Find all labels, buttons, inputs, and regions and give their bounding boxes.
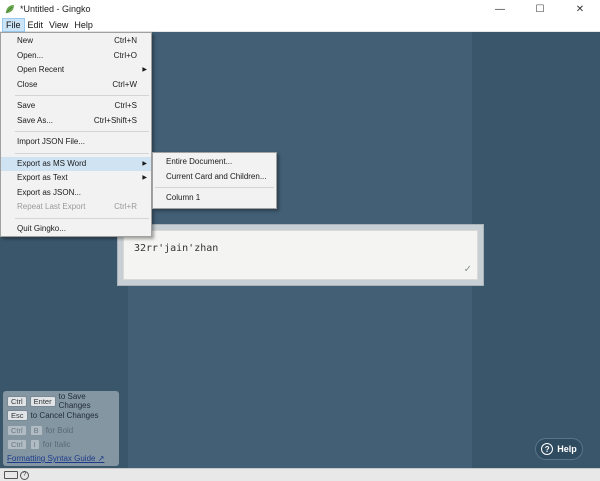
menu-separator (15, 95, 149, 96)
menu-item-export-word[interactable]: Export as MS Word ▶ (1, 156, 151, 171)
menu-item-label: Current Card and Children... (166, 171, 267, 181)
submenu-arrow-icon: ▶ (142, 175, 147, 181)
menu-item-label: Close (17, 79, 38, 89)
menu-edit[interactable]: Edit (25, 18, 47, 32)
menu-item-label: Export as JSON... (17, 187, 82, 197)
menu-item-label: Quit Gingko... (17, 223, 66, 233)
key-enter: Enter (29, 395, 56, 407)
question-circle-icon[interactable]: ? (20, 470, 29, 480)
help-button[interactable]: ? Help (535, 438, 583, 460)
hint-save-text: to Save Changes (58, 392, 91, 411)
menu-item-label: Import JSON File... (17, 137, 86, 146)
menu-item-label: Open Recent (17, 65, 65, 74)
external-link-icon: ↗ (97, 454, 105, 463)
hint-bold: Ctrl B for Bold (7, 423, 115, 438)
status-bar: ? (0, 468, 600, 481)
menu-item-save[interactable]: Save Ctrl+S (1, 99, 151, 114)
menu-item-label: Save (17, 101, 36, 110)
submenu-item-column-1[interactable]: Column 1 (153, 191, 276, 206)
gingko-leaf-icon (5, 5, 14, 14)
menu-item-quit[interactable]: Quit Gingko... (1, 222, 151, 237)
hint-bold-text: for Bold (45, 425, 74, 435)
menu-bar: File Edit View Help (0, 17, 600, 32)
menu-item-open[interactable]: Open... Ctrl+O (1, 49, 151, 64)
menu-item-save-as[interactable]: Save As... Ctrl+Shift+S (1, 114, 151, 129)
key-b: B (29, 424, 43, 436)
menu-separator (15, 152, 149, 154)
submenu-arrow-icon: ▶ (142, 67, 147, 73)
title-bar: *Untitled - Gingko — ☐ ✕ (0, 0, 600, 18)
submenu-item-current-card[interactable]: Current Card and Children... (153, 170, 276, 185)
hint-italic: Ctrl I for Italic (7, 438, 115, 453)
menu-item-label: Save As... (17, 115, 54, 125)
menu-item-shortcut: Ctrl+O (113, 50, 137, 60)
submenu-arrow-icon: ▶ (142, 160, 147, 167)
hint-save: Ctrl Enter to Save Changes (7, 392, 115, 411)
menu-item-label: Repeat Last Export (17, 202, 86, 211)
card-text[interactable]: 32rr'jain'zhan (134, 243, 218, 254)
column-right (472, 32, 600, 468)
menu-item-shortcut: Ctrl+W (112, 79, 137, 89)
menu-item-open-recent[interactable]: Open Recent ▶ (1, 63, 151, 78)
window-controls: — ☐ ✕ (480, 0, 600, 18)
keyboard-icon[interactable] (4, 471, 18, 479)
maximize-button[interactable]: ☐ (520, 0, 560, 18)
menu-item-import-json[interactable]: Import JSON File... (1, 135, 151, 150)
menu-item-close[interactable]: Close Ctrl+W (1, 78, 151, 93)
shortcut-hints-panel: Ctrl Enter to Save Changes Esc to Cancel… (3, 391, 119, 466)
file-menu-dropdown: New Ctrl+N Open... Ctrl+O Open Recent ▶ … (0, 32, 152, 237)
close-window-button[interactable]: ✕ (560, 0, 600, 18)
hint-cancel-text: to Cancel Changes (30, 411, 99, 421)
menu-item-shortcut: Ctrl+R (114, 202, 137, 211)
submenu-item-entire-document[interactable]: Entire Document... (153, 155, 276, 170)
card-editor[interactable]: 32rr'jain'zhan ✓ (123, 230, 478, 280)
menu-file[interactable]: File (2, 17, 25, 32)
formatting-guide-link[interactable]: Formatting Syntax Guide ↗ (7, 452, 115, 465)
menu-item-shortcut: Ctrl+Shift+S (93, 115, 137, 125)
menu-item-label: New (17, 36, 34, 45)
card-editor-frame: 32rr'jain'zhan ✓ (117, 224, 484, 286)
menu-separator (155, 187, 274, 188)
menu-item-export-text[interactable]: Export as Text ▶ (1, 171, 151, 186)
menu-item-label: Export as MS Word (17, 158, 87, 168)
key-i: I (29, 439, 40, 451)
menu-item-shortcut: Ctrl+S (114, 101, 137, 110)
menu-item-label: Export as Text (17, 173, 68, 182)
window-title: *Untitled - Gingko (20, 4, 91, 14)
checkmark-icon[interactable]: ✓ (464, 264, 472, 275)
minimize-button[interactable]: — (480, 0, 520, 18)
key-ctrl: Ctrl (7, 395, 27, 407)
menu-item-label: Entire Document... (166, 157, 233, 166)
menu-help[interactable]: Help (71, 18, 96, 32)
export-word-submenu: Entire Document... Current Card and Chil… (152, 152, 277, 209)
menu-item-repeat-export: Repeat Last Export Ctrl+R (1, 200, 151, 215)
menu-item-export-json[interactable]: Export as JSON... (1, 186, 151, 201)
help-button-label: Help (557, 444, 577, 454)
key-esc: Esc (7, 410, 28, 422)
question-icon: ? (541, 443, 554, 455)
menu-separator (15, 131, 149, 132)
menu-item-shortcut: Ctrl+N (114, 36, 137, 45)
menu-separator (15, 217, 149, 219)
menu-item-label: Column 1 (166, 193, 201, 202)
menu-item-new[interactable]: New Ctrl+N (1, 34, 151, 49)
hint-cancel: Esc to Cancel Changes (7, 409, 115, 424)
hint-italic-text: for Italic (42, 440, 71, 450)
key-ctrl: Ctrl (7, 439, 27, 451)
menu-item-label: Open... (17, 50, 44, 60)
menu-view[interactable]: View (46, 18, 71, 32)
key-ctrl: Ctrl (7, 424, 27, 436)
formatting-guide-label[interactable]: Formatting Syntax Guide (7, 454, 95, 463)
